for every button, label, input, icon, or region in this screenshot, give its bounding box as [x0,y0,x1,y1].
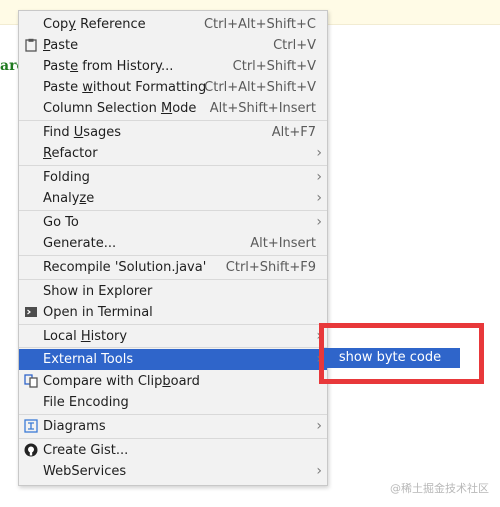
watermark-text: @稀土掘金技术社区 [390,482,489,495]
menu-item-label: File Encoding [43,395,129,410]
diagram-icon [24,419,38,433]
menu-item-shortcut: Ctrl+V [273,38,316,53]
menu-item-label: Refactor [43,146,98,161]
menu-item-go-to[interactable]: Go To › [19,212,327,233]
menu-item-analyze[interactable]: Analyze › [19,188,327,209]
menu-item-column-selection-mode[interactable]: Column Selection Mode Alt+Shift+Insert [19,98,327,119]
menu-item-shortcut: Alt+Shift+Insert [209,101,316,116]
menu-item-paste-from-history[interactable]: Paste from History... Ctrl+Shift+V [19,56,327,77]
menu-item-local-history[interactable]: Local History › [19,326,327,347]
menu-item-shortcut: Alt+Insert [250,236,316,251]
submenu-arrow-icon: › [316,418,322,434]
menu-separator [19,414,327,415]
clipboard-icon [24,38,38,52]
menu-item-webservices[interactable]: WebServices › [19,461,327,482]
editor-code-fragment: arc [0,58,20,74]
github-icon [24,443,38,457]
menu-item-label: Compare with Clipboard [43,374,200,389]
menu-item-refactor[interactable]: Refactor › [19,143,327,164]
menu-item-generate[interactable]: Generate... Alt+Insert [19,233,327,254]
menu-item-shortcut: Alt+F7 [271,125,316,140]
terminal-icon [24,305,38,319]
submenu-arrow-icon: › [316,463,322,479]
menu-item-compare-with-clipboard[interactable]: Compare with Clipboard [19,371,327,392]
menu-separator [19,279,327,280]
menu-separator [19,347,327,348]
menu-item-label: Create Gist... [43,443,129,458]
annotation-highlight-box [319,323,484,384]
submenu-arrow-icon: › [316,145,322,161]
menu-item-open-in-terminal[interactable]: Open in Terminal [19,302,327,323]
menu-item-create-gist[interactable]: Create Gist... [19,440,327,461]
menu-separator [19,120,327,121]
menu-item-label: Go To [43,215,79,230]
menu-separator [19,255,327,256]
menu-item-label: External Tools [43,352,134,367]
menu-item-label: Recompile 'Solution.java' [43,260,207,275]
menu-item-external-tools[interactable]: External Tools› [19,349,327,370]
menu-item-find-usages[interactable]: Find Usages Alt+F7 [19,122,327,143]
menu-item-label: Find Usages [43,125,122,140]
menu-item-label: Diagrams [43,419,106,434]
menu-item-paste[interactable]: Paste Ctrl+V [19,35,327,56]
menu-separator [19,165,327,166]
menu-item-label: Column Selection Mode [43,101,197,116]
menu-item-label: Local History [43,329,128,344]
menu-item-folding[interactable]: Folding › [19,167,327,188]
menu-item-label: WebServices [43,464,127,479]
menu-item-label: Folding [43,170,90,185]
compare-icon [24,374,38,388]
menu-item-label: Show in Explorer [43,284,153,299]
menu-item-label: Paste without Formatting [43,80,207,95]
menu-separator [19,438,327,439]
menu-separator [19,210,327,211]
menu-item-recompile[interactable]: Recompile 'Solution.java' Ctrl+Shift+F9 [19,257,327,278]
menu-item-file-encoding[interactable]: File Encoding [19,392,327,413]
menu-item-shortcut: Ctrl+Alt+Shift+V [204,80,316,95]
menu-item-label: Open in Terminal [43,305,153,320]
menu-item-paste-without-formatting[interactable]: Paste without Formatting Ctrl+Alt+Shift+V [19,77,327,98]
menu-item-label: Paste [43,38,79,53]
menu-item-label: Paste from History... [43,59,174,74]
menu-item-copy-reference[interactable]: Copy Reference Ctrl+Alt+Shift+C [19,14,327,35]
submenu-arrow-icon: › [316,190,322,206]
menu-item-label: Generate... [43,236,117,251]
menu-item-shortcut: Ctrl+Shift+F9 [225,260,316,275]
menu-item-shortcut: Ctrl+Alt+Shift+C [203,17,316,32]
menu-item-label: Analyze [43,191,95,206]
submenu-arrow-icon: › [316,214,322,230]
menu-item-diagrams[interactable]: Diagrams › [19,416,327,437]
menu-item-shortcut: Ctrl+Shift+V [232,59,316,74]
menu-item-show-in-explorer[interactable]: Show in Explorer [19,281,327,302]
submenu-arrow-icon: › [316,169,322,185]
editor-context-menu: Copy Reference Ctrl+Alt+Shift+C Paste Ctrl+… [18,10,328,486]
menu-item-label: Copy Reference [43,17,146,32]
menu-separator [19,324,327,325]
